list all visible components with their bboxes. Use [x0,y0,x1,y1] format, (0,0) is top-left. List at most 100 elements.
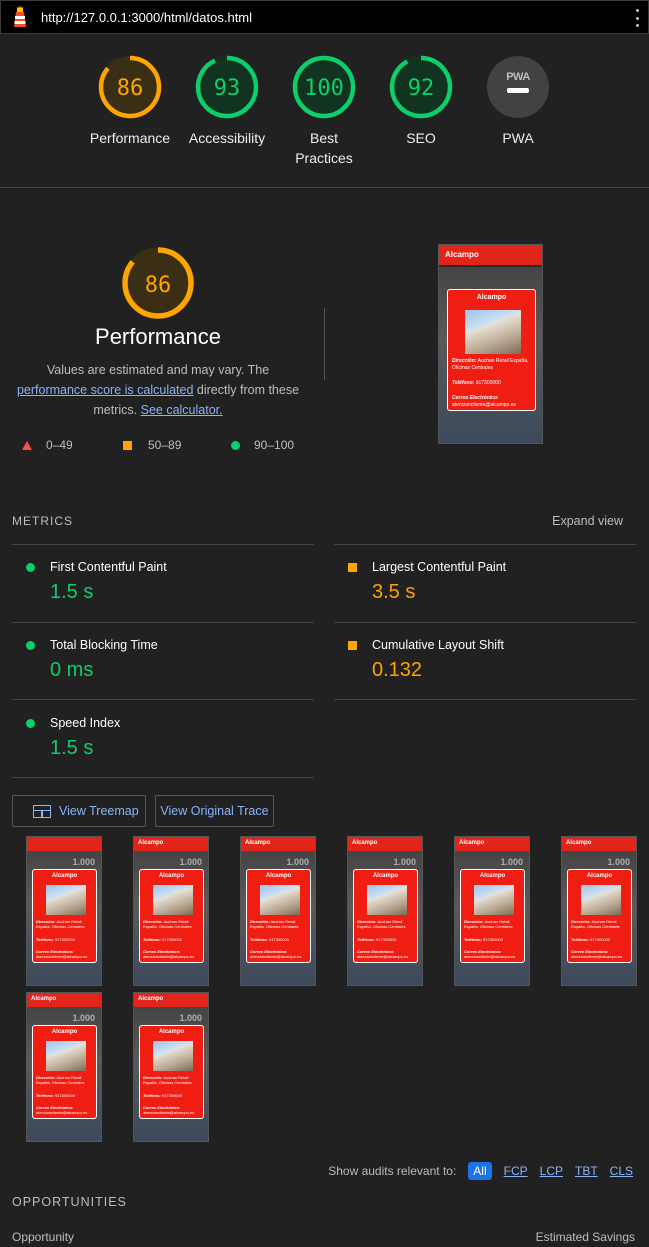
email-line: Correo Electrónico: atencioncliente@alcam… [36,1105,88,1115]
metrics-heading: METRICS [12,514,73,528]
opportunities-heading: OPPORTUNITIES [12,1195,127,1209]
legend-pass: 90–100 [231,438,294,452]
pass-icon [26,563,35,572]
banner-text: 1.000 [286,857,309,867]
email-line: Correo Electrónico: atencioncliente@alcam… [250,949,302,959]
phone-line: Teléfono: 917300000 [452,380,501,386]
kebab-menu-icon[interactable] [634,9,640,27]
filmstrip-frame: Alcampo 1.000 Alcampo Dirección: Auchan Ret… [347,836,423,986]
store-image [260,885,300,915]
filter-all[interactable]: All [468,1162,492,1180]
score-summary: 86 Performance 93 Accessibility 100 Best… [0,34,649,188]
gauge-performance[interactable]: 86 Performance [82,54,178,148]
circle-icon [231,440,240,450]
gauge-score: 100 [304,76,344,101]
address-line: Dirección: Auchan Retail España, Oficina… [143,919,192,929]
address-line: Dirección: Auchan Retail España, Oficina… [36,1075,85,1085]
address-line: Dirección: Auchan Retail España, Oficina… [464,919,513,929]
metric-value: 0 ms [50,659,94,681]
legend-range: 0–49 [46,438,73,452]
expand-view-button[interactable]: Expand view [552,514,623,528]
filmstrip-frame: Alcampo 1.000 Alcampo Dirección: Auchan Ret… [561,836,637,986]
final-screenshot[interactable]: Alcampo Alcampo Dirección: Auchan Retail… [438,244,543,444]
store-image [474,885,514,915]
button-label: View Original Trace [160,804,269,818]
gauge-seo[interactable]: 92 SEO [373,54,469,148]
calculator-link[interactable]: See calculator. [141,403,223,417]
address-line: Dirección: Auchan Retail España, Oficina… [452,358,529,371]
filter-cls[interactable]: CLS [610,1164,633,1178]
legend-range: 50–89 [148,438,182,452]
card-title: Alcampo [265,873,292,879]
phone-line: Teléfono: 917300000 [36,937,76,942]
average-icon [348,563,357,572]
store-image [46,885,86,915]
brand-logo: Alcampo [459,840,485,846]
filter-tbt[interactable]: TBT [575,1164,598,1178]
banner-text: 1.000 [500,857,523,867]
gauge-score: 86 [145,273,172,298]
performance-gauge: 86 [0,245,316,321]
phone-line: Teléfono: 917300000 [36,1093,76,1098]
view-treemap-button[interactable]: View Treemap [12,795,146,827]
email-line: Correo Electrónico: atencioncliente@alcam… [36,949,88,959]
store-image [367,885,407,915]
store-image [465,310,521,354]
brand-logo: Alcampo [138,996,164,1002]
average-icon [348,641,357,650]
metric-speed-index: Speed Index 1.5 s [12,716,312,766]
opportunity-column: Opportunity [12,1230,75,1244]
store-image [153,1041,193,1071]
lighthouse-icon [14,6,26,27]
gauge-score: 92 [408,76,435,101]
store-image [46,1041,86,1071]
gauge-best-practices[interactable]: 100 Best Practices [276,54,372,168]
filmstrip-frame: Alcampo 1.000 Alcampo Dirección: Auchan Ret… [133,836,209,986]
gauge-ring: 93 [195,55,259,119]
card-title: Alcampo [372,873,399,879]
banner-text: 1.000 [72,857,95,867]
card-title: Alcampo [51,1029,78,1035]
gauge-ring: 86 [122,247,194,319]
address-line: Dirección: Auchan Retail España, Oficina… [250,919,299,929]
phone-line: Teléfono: 917300000 [143,1093,183,1098]
square-icon [123,440,132,450]
pass-icon [26,719,35,728]
performance-description: Values are estimated and may vary. The p… [12,360,304,420]
pwa-icon: PWA [487,56,549,118]
view-trace-button[interactable]: View Original Trace [155,795,274,827]
divider [12,777,314,778]
filter-lcp[interactable]: LCP [540,1164,563,1178]
page-url[interactable]: http://127.0.0.1:3000/html/datos.html [41,10,252,25]
metric-name: First Contentful Paint [50,560,167,574]
phone-line: Teléfono: 917300000 [464,937,504,942]
savings-column: Estimated Savings [535,1230,635,1244]
divider [12,699,314,700]
gauge-pwa[interactable]: PWA PWA [470,54,566,148]
store-image [153,885,193,915]
address-line: Dirección: Auchan Retail España, Oficina… [571,919,620,929]
address-line: Dirección: Auchan Retail España, Oficina… [357,919,406,929]
legend-fail: 0–49 [22,438,73,452]
browser-bar: http://127.0.0.1:3000/html/datos.html [0,0,649,34]
score-calculated-link[interactable]: performance score is calculated [17,383,193,397]
card-title: Alcampo [158,1029,185,1035]
phone-line: Teléfono: 917300000 [571,937,611,942]
metric-cls: Cumulative Layout Shift 0.132 [334,638,634,688]
performance-title: Performance [95,324,221,349]
gauge-label: SEO [406,130,436,146]
gauge-label: Performance [89,130,171,146]
divider [12,622,314,623]
filter-label: Show audits relevant to: [328,1164,457,1178]
gauge-accessibility[interactable]: 93 Accessibility [179,54,275,148]
filmstrip-frame: 1.000 Alcampo Dirección: Auchan Retail Esp… [26,836,102,986]
brand-logo: Alcampo [138,840,164,846]
divider [334,699,636,700]
filter-fcp[interactable]: FCP [504,1164,528,1178]
metric-fcp: First Contentful Paint 1.5 s [12,560,312,610]
legend-range: 90–100 [254,438,295,452]
desc-text: Values are estimated and may vary. The [46,363,270,377]
address-line: Dirección: Auchan Retail España, Oficina… [143,1075,192,1085]
gauge-score: 86 [117,76,144,101]
metric-value: 0.132 [372,659,423,681]
